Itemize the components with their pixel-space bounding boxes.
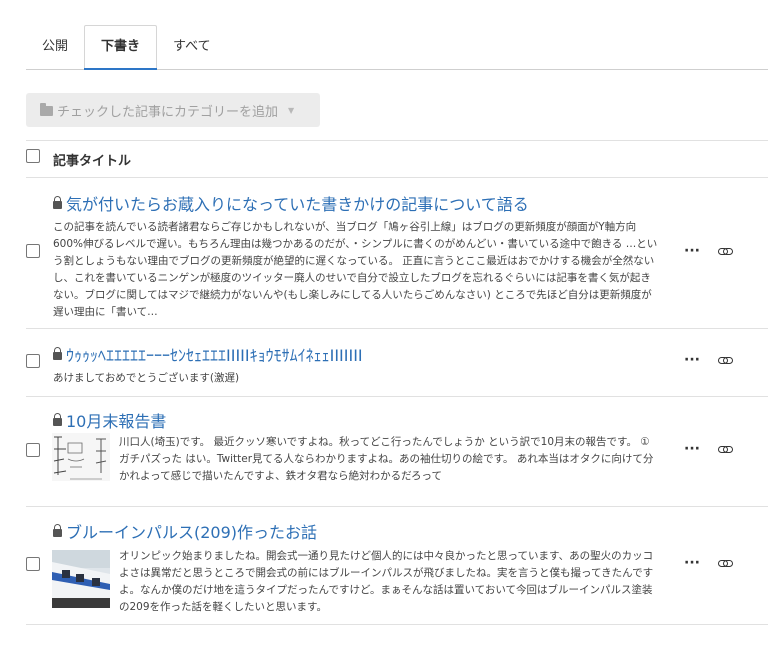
article-checkbox[interactable] <box>26 443 40 457</box>
article-title-link[interactable]: 気が付いたらお蔵入りになっていた書きかけの記事について語る <box>53 191 529 215</box>
add-category-button[interactable]: チェックした記事にカテゴリーを追加 ▼ <box>26 93 320 127</box>
divider <box>26 140 768 141</box>
lock-icon <box>53 524 62 537</box>
article-title: ｳｩｩｯﾍｴｴｴｴｴｰｰｰｾﾝｾｪｴｴｴIIIIIｷｮｳﾓｻﾑｲﾈｪｪIIIII… <box>66 346 363 365</box>
article-title: ブルーインパルス(209)作ったお話 <box>66 523 318 542</box>
article-title: 気が付いたらお蔵入りになっていた書きかけの記事について語る <box>66 195 529 214</box>
chevron-down-icon: ▼ <box>288 105 295 115</box>
article-thumbnail <box>52 433 110 481</box>
tab-all[interactable]: すべて <box>157 27 227 69</box>
article-row: ｳｩｩｯﾍｴｴｴｴｴｰｰｰｾﾝｾｪｴｴｴIIIIIｷｮｳﾓｻﾑｲﾈｪｪIIIII… <box>26 328 768 396</box>
tab-draft[interactable]: 下書き <box>84 25 158 70</box>
link-icon[interactable] <box>718 446 733 453</box>
divider <box>26 624 768 625</box>
more-icon[interactable]: ··· <box>684 441 700 457</box>
more-icon[interactable]: ··· <box>684 352 700 368</box>
article-excerpt: オリンピック始まりましたね。開会式一通り見たけど個人的には中々良かったと思ってい… <box>119 550 654 613</box>
lock-icon <box>53 347 62 360</box>
tab-public[interactable]: 公開 <box>26 27 84 69</box>
list-header-title: 記事タイトル <box>53 154 132 169</box>
article-excerpt: あけましておめでとうございます(激遅) <box>53 372 240 384</box>
add-category-label: チェックした記事にカテゴリーを追加 <box>57 104 279 120</box>
link-icon[interactable] <box>718 560 733 567</box>
more-icon[interactable]: ··· <box>684 243 700 259</box>
article-thumbnail <box>52 550 110 608</box>
link-icon[interactable] <box>718 357 733 364</box>
folder-icon <box>40 103 53 116</box>
article-row: 気が付いたらお蔵入りになっていた書きかけの記事について語る この記事を読んでいる… <box>26 177 768 327</box>
article-checkbox[interactable] <box>26 244 40 258</box>
more-icon[interactable]: ··· <box>684 555 700 571</box>
article-title-link[interactable]: ブルーインパルス(209)作ったお話 <box>53 519 317 543</box>
article-checkbox[interactable] <box>26 557 40 571</box>
article-list-page: 公開 下書き すべて チェックした記事にカテゴリーを追加 ▼ 記事タイトル 気が… <box>0 0 768 657</box>
article-title-link[interactable]: 10月末報告書 <box>53 408 166 432</box>
lock-icon <box>53 413 62 426</box>
article-checkbox[interactable] <box>26 354 40 368</box>
select-all-checkbox[interactable] <box>26 149 40 163</box>
article-excerpt: この記事を読んでいる読者諸君ならご存じかもしれないが、当ブログ「鳩ヶ谷引上線」は… <box>53 221 658 318</box>
article-title-link[interactable]: ｳｩｩｯﾍｴｴｴｴｴｰｰｰｾﾝｾｪｴｴｴIIIIIｷｮｳﾓｻﾑｲﾈｪｪIIIII… <box>53 342 363 366</box>
article-row: 10月末報告書 川口人(埼玉)です。 最近クッソ寒いですよね。秋ってどこ行ったん… <box>26 396 768 506</box>
link-icon[interactable] <box>718 248 733 255</box>
article-excerpt: 川口人(埼玉)です。 最近クッソ寒いですよね。秋ってどこ行ったんでしょうか とい… <box>119 436 654 482</box>
article-row: ブルーインパルス(209)作ったお話 オリンピック始まりましたね。開会式一通り見… <box>26 506 768 624</box>
article-title: 10月末報告書 <box>66 412 167 431</box>
lock-icon <box>53 196 62 209</box>
tab-bar: 公開 下書き すべて <box>26 25 768 70</box>
